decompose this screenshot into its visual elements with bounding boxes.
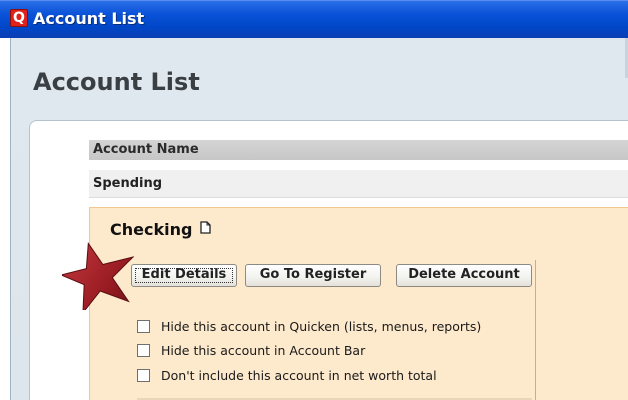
go-to-register-button[interactable]: Go To Register [245, 264, 381, 287]
exclude-net-worth-label: Don't include this account in net worth … [161, 368, 437, 383]
hide-in-account-bar-checkbox[interactable] [137, 344, 150, 357]
star-icon [62, 241, 134, 310]
quicken-app-icon[interactable]: Q [10, 9, 28, 27]
document-icon[interactable] [200, 221, 211, 234]
title-bar[interactable]: Q Account List [0, 0, 628, 38]
hide-in-account-bar-label: Hide this account in Account Bar [161, 343, 366, 358]
hide-in-quicken-checkbox[interactable] [137, 320, 150, 333]
column-header-account-name[interactable]: Account Name [89, 140, 628, 160]
vertical-divider [535, 260, 536, 400]
edit-details-button[interactable]: Edit Details [131, 264, 237, 287]
hide-in-quicken-label: Hide this account in Quicken (lists, men… [161, 319, 482, 334]
account-card-checking: Checking Edit Details Go To Register Del… [89, 207, 628, 400]
group-row-spending[interactable]: Spending [89, 170, 628, 198]
delete-account-button[interactable]: Delete Account [396, 264, 532, 287]
account-name[interactable]: Checking [110, 220, 192, 239]
page-title: Account List [33, 68, 200, 96]
window-title: Account List [33, 9, 145, 28]
exclude-net-worth-checkbox[interactable] [137, 369, 150, 382]
